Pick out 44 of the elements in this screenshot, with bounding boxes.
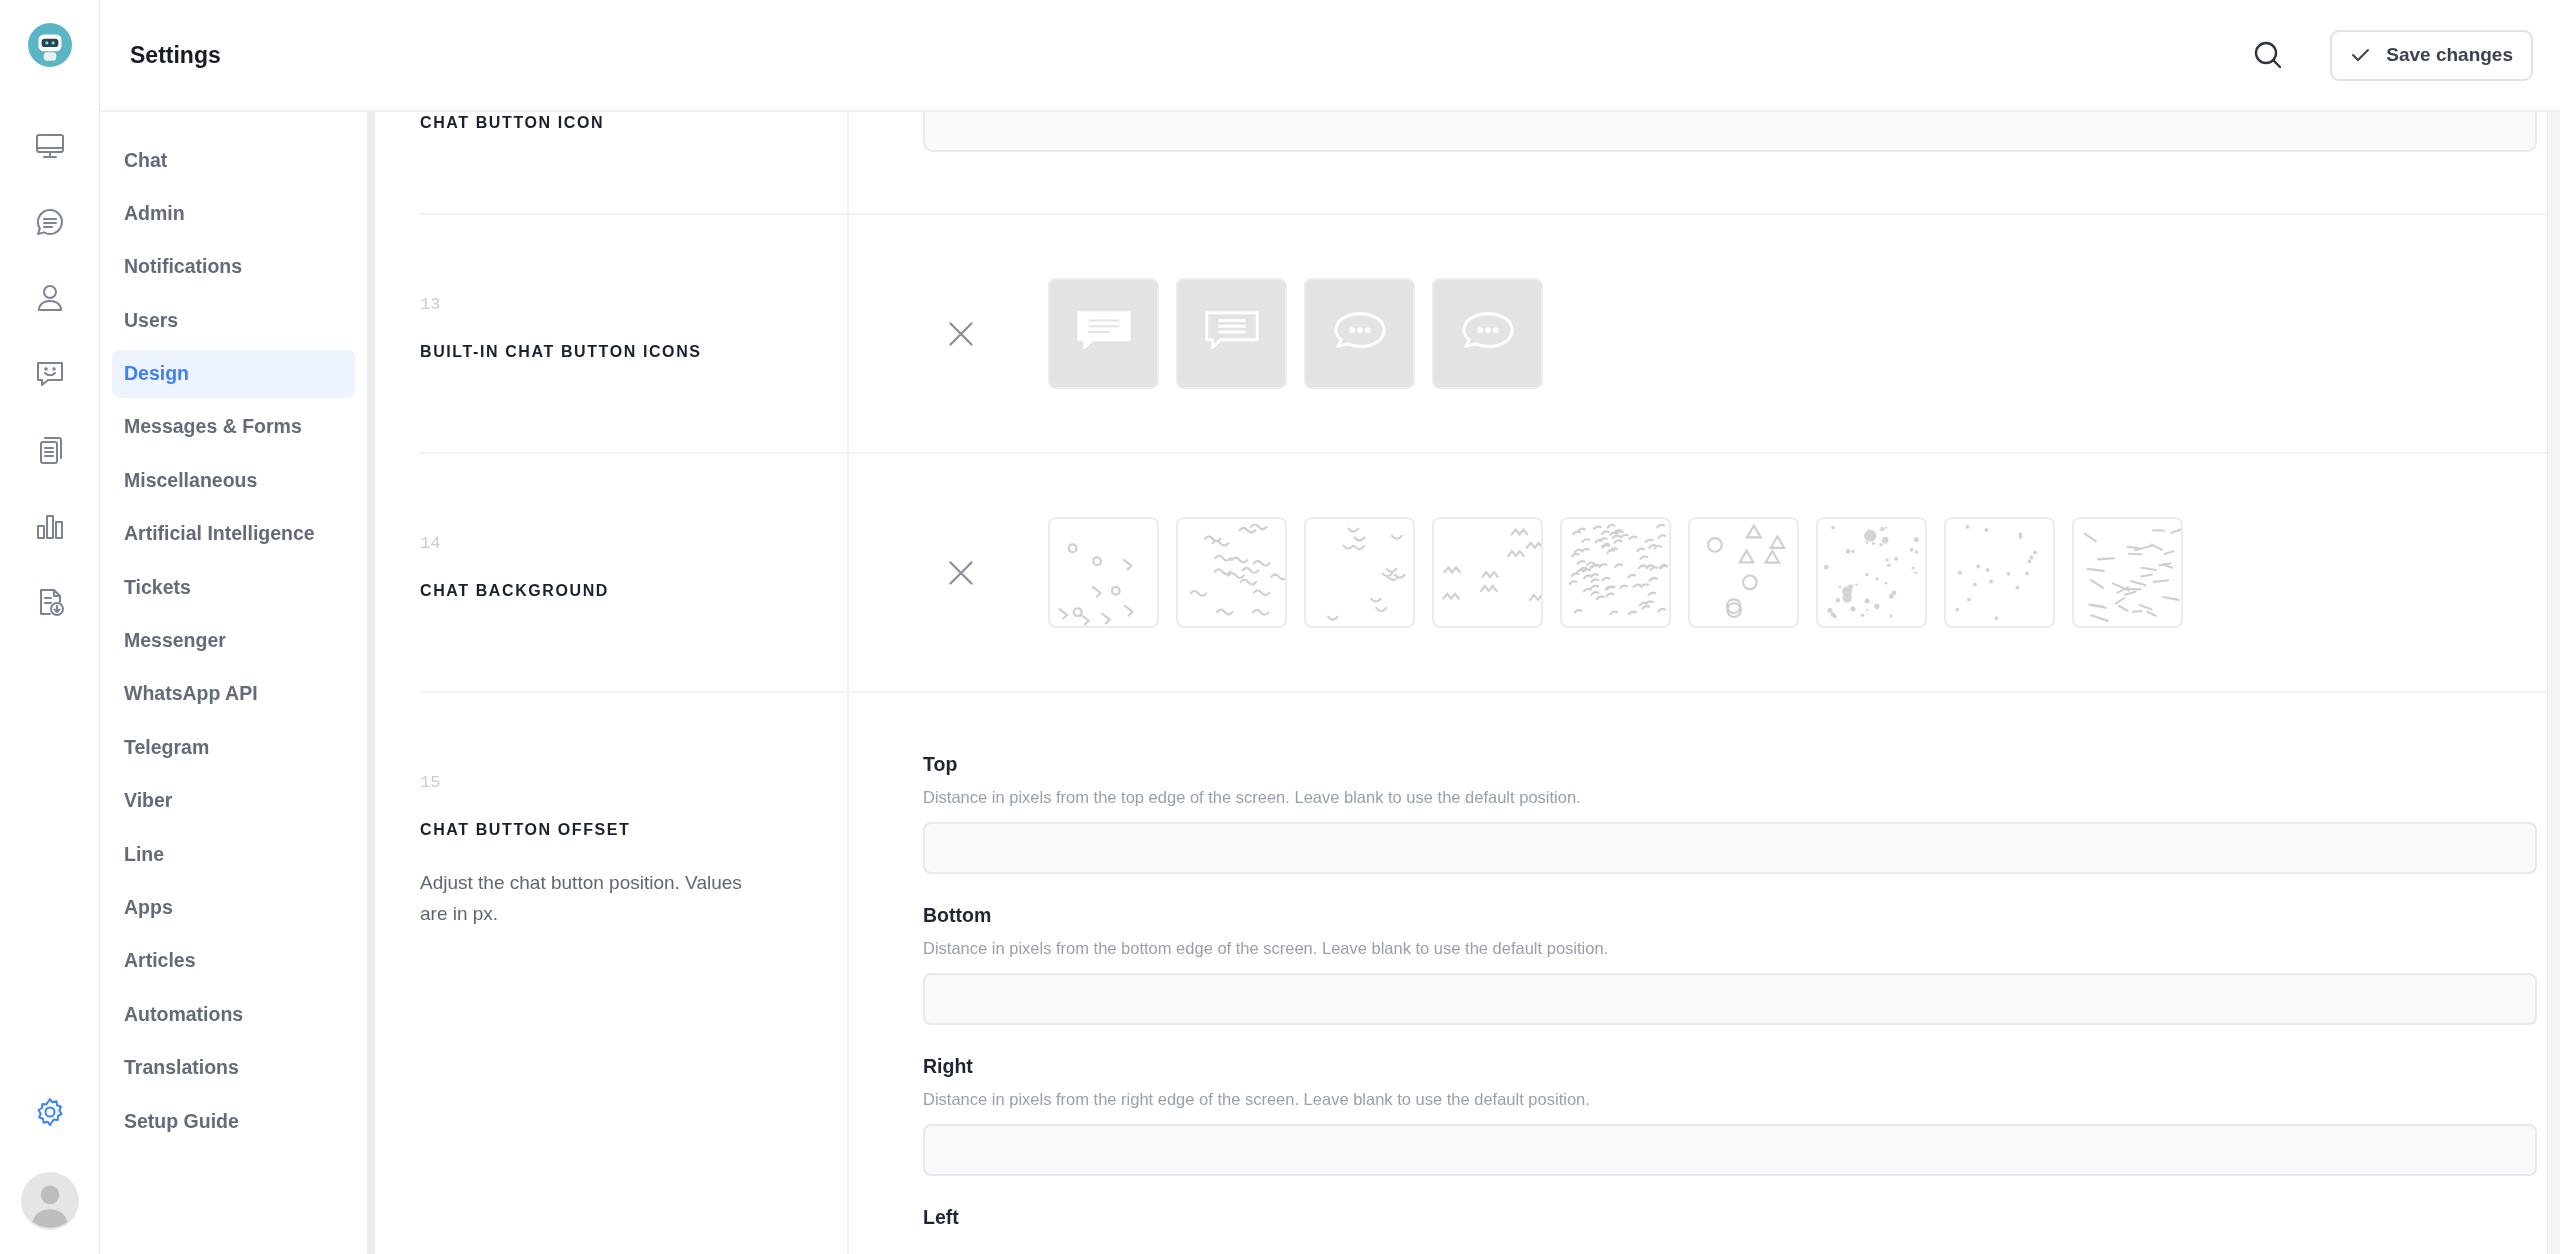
- sidebar-item[interactable]: Line: [112, 830, 355, 879]
- setting-title: CHAT BUTTON ICON: [420, 114, 606, 132]
- sidebar-item[interactable]: Telegram: [112, 723, 355, 772]
- field-label: Right: [923, 1055, 974, 1078]
- sidebar-item[interactable]: Messenger: [112, 616, 355, 665]
- offset-input-field[interactable]: [923, 822, 2537, 874]
- chat-icon-option[interactable]: [1304, 278, 1415, 389]
- sidebar-item[interactable]: Automations: [112, 990, 355, 1039]
- offset-input-field[interactable]: [923, 1124, 2537, 1176]
- sidebar-item[interactable]: Artificial Intelligence: [112, 509, 355, 558]
- field-label: Bottom: [923, 904, 993, 927]
- setting-description: Adjust the chat button position. Values are in px.: [420, 871, 743, 926]
- setting-title: BUILT-IN CHAT BUTTON ICONS: [420, 343, 703, 361]
- chat-icon-option[interactable]: [1176, 278, 1287, 389]
- page-title: Settings: [130, 41, 222, 69]
- field-hint: Distance in pixels from the right edge of the screen. Leave blank to use the default position.: [923, 1090, 1591, 1109]
- robot-logo-icon[interactable]: [26, 22, 73, 68]
- sidebar-item[interactable]: Setup Guide: [112, 1097, 355, 1146]
- field-hint: Distance in pixels from the top edge of the screen. Leave blank to use the default position.: [923, 788, 1582, 807]
- offset-input-field[interactable]: [923, 973, 2537, 1025]
- sidebar-item[interactable]: Chat: [112, 136, 355, 184]
- sidebar-item[interactable]: Translations: [112, 1043, 355, 1092]
- save-button[interactable]: Save changes: [2330, 29, 2533, 81]
- sidebar-item[interactable]: Articles: [112, 936, 355, 985]
- setting-title: CHAT BUTTON OFFSET: [420, 821, 632, 839]
- field-label: Top: [923, 753, 959, 776]
- field-label: Left: [923, 1206, 960, 1229]
- close-icon[interactable]: [947, 558, 975, 587]
- sidebar-item[interactable]: Design: [112, 349, 355, 398]
- chat-icon-option[interactable]: [1048, 278, 1159, 389]
- sidebar-item[interactable]: Messages & Forms: [112, 402, 355, 451]
- sidebar-item[interactable]: Tickets: [112, 563, 355, 612]
- sidebar-item[interactable]: Viber: [112, 776, 355, 825]
- chat-icon-option[interactable]: [1432, 278, 1543, 389]
- sidebar-item[interactable]: Users: [112, 296, 355, 345]
- avatar-icon[interactable]: [20, 1172, 79, 1230]
- sidebar-item[interactable]: WhatsApp API: [112, 669, 355, 718]
- setting-title: CHAT BACKGROUND: [420, 582, 611, 600]
- sidebar-item[interactable]: Apps: [112, 883, 355, 932]
- field-hint: Distance in pixels from the bottom edge of the screen. Leave blank to use the default position.: [923, 939, 1610, 958]
- sidebar-item[interactable]: Miscellaneous: [112, 456, 355, 505]
- sidebar-item[interactable]: Notifications: [112, 242, 355, 291]
- sidebar-item[interactable]: Admin: [112, 189, 355, 238]
- close-icon[interactable]: [947, 319, 975, 348]
